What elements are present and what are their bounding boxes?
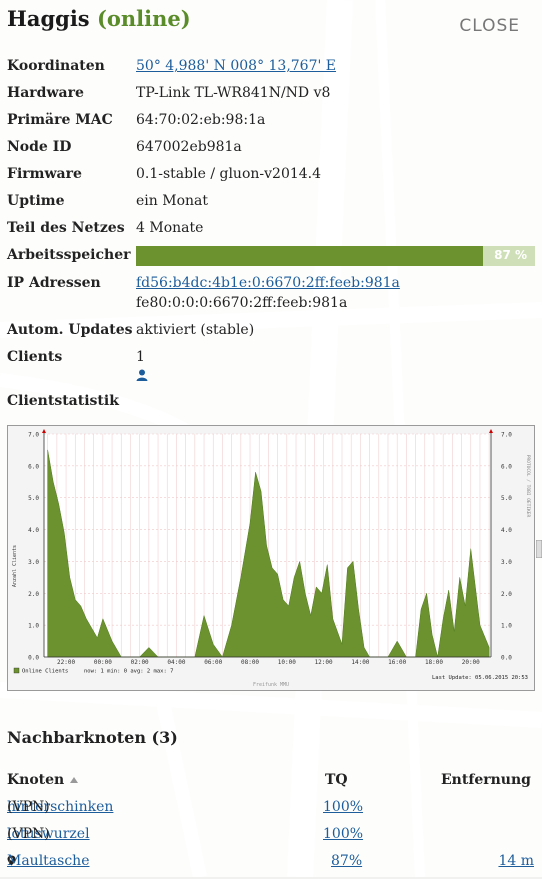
node-info-panel: Haggis (online) CLOSE Koordinaten 50° 4,… [0, 0, 542, 877]
node-name: Haggis [7, 6, 90, 31]
memory-bar: 87 % [136, 246, 535, 266]
hardware-label: Hardware [7, 85, 84, 101]
y-tick-label-right: 1.0 [501, 623, 512, 630]
hardware-value: TP-Link TL-WR841N/ND v8 [136, 85, 331, 101]
autoupdate-label: Autom. Updates [7, 322, 133, 338]
y-axis-right-arrow [489, 429, 493, 433]
y-tick-label: 2.0 [28, 591, 39, 598]
y-tick-label-right: 7.0 [501, 432, 512, 439]
neighbour-link[interactable]: Maultasche [7, 853, 89, 869]
legend-series-name: Online Clients [22, 669, 68, 675]
neighbours-title: Nachbarknoten (3) [7, 728, 178, 747]
y-tick-label: 5.0 [28, 495, 39, 502]
x-tick-label: 14:00 [351, 659, 369, 666]
mac-label: Primäre MAC [7, 112, 113, 128]
chart-footer: Freifunk MMU [253, 682, 289, 688]
y-tick-label: 4.0 [28, 527, 39, 534]
y-tick-label: 1.0 [28, 623, 39, 630]
col-node-header[interactable]: Knoten [7, 772, 79, 788]
y-axis-arrow [42, 429, 46, 433]
ip-address-linklocal: fe80:0:0:0:6670:2ff:feeb:981a [136, 295, 348, 311]
memory-percent: 87 % [494, 248, 527, 262]
x-tick-label: 10:00 [278, 659, 296, 666]
col-tq-header[interactable]: TQ [325, 772, 348, 788]
x-tick-label: 06:00 [204, 659, 222, 666]
node-title: Haggis (online) [7, 6, 191, 31]
x-tick-label: 22:00 [57, 659, 75, 666]
y-tick-label-right: 6.0 [501, 463, 512, 470]
network-value: 4 Monate [136, 220, 204, 236]
y-tick-label-right: 4.0 [501, 527, 512, 534]
chart-canvas: 0.0 0.0 1.0 1.0 2.0 2.0 3.0 3.0 4.0 4.0 5.0 5.0 6.0 6… [12, 429, 531, 688]
chart-scroll-handle[interactable] [536, 540, 542, 558]
firmware-value: 0.1-stable / gluon-v2014.4 [136, 166, 322, 182]
y-axis-title: Anzahl Clients [12, 545, 18, 587]
ip-address-link[interactable]: fd56:b4dc:4b1e:0:6670:2ff:feeb:981a [136, 275, 400, 291]
neighbour-distance[interactable]: 14 m [498, 853, 534, 869]
coords-label: Koordinaten [7, 58, 105, 74]
x-tick-label: 08:00 [241, 659, 259, 666]
y-tick-label: 0.0 [28, 655, 39, 662]
clients-value: 1 [136, 349, 145, 365]
y2-axis-title: PROTOCOL / TOBI OETIKER [525, 455, 531, 518]
mac-value: 64:70:02:eb:98:1a [136, 112, 266, 128]
network-label: Teil des Netzes [7, 220, 125, 236]
y-tick-label-right: 0.0 [501, 655, 512, 662]
firmware-label: Firmware [7, 166, 82, 182]
node-status: (online) [96, 6, 191, 31]
legend-swatch [13, 667, 20, 674]
ip-label: IP Adressen [7, 275, 101, 291]
legend-stats: now: 1 min: 0 avg: 2 max: 7 [84, 669, 173, 675]
y-tick-label: 3.0 [28, 559, 39, 566]
autoupdate-value: aktiviert (stable) [136, 322, 255, 338]
col-node-label: Knoten [7, 772, 65, 788]
neighbour-tq[interactable]: 100% [323, 826, 363, 842]
y-tick-label-right: 5.0 [501, 495, 512, 502]
neighbour-type: (VPN) [7, 826, 50, 842]
last-update-text: Last Update: 05.06.2015 20:53 [432, 675, 528, 681]
user-icon [136, 369, 148, 381]
y-tick-label-right: 3.0 [501, 559, 512, 566]
memory-label: Arbeitsspeicher [7, 247, 131, 263]
nodeid-label: Node ID [7, 139, 72, 155]
x-tick-label: 12:00 [315, 659, 333, 666]
y-tick-label-right: 2.0 [501, 591, 512, 598]
table-row: lotuswurzel (VPN) 100% [7, 826, 537, 852]
table-row: Maultasche 87% 14 m [7, 853, 537, 879]
neighbour-tq[interactable]: 87% [331, 853, 362, 869]
memory-bar-fill [136, 246, 484, 266]
sort-up-icon [70, 777, 79, 783]
x-tick-label: 20:00 [462, 659, 480, 666]
clientstats-label: Clientstatistik [7, 393, 119, 409]
neighbour-tq[interactable]: 100% [323, 799, 363, 815]
nodeid-value: 647002eb981a [136, 139, 242, 155]
clients-label: Clients [7, 349, 63, 365]
coords-link[interactable]: 50° 4,988' N 008° 13,767' E [136, 58, 336, 74]
uptime-label: Uptime [7, 193, 65, 209]
client-statistics-chart: 0.0 0.0 1.0 1.0 2.0 2.0 3.0 3.0 4.0 4.0 5.0 5.0 6.0 6… [7, 425, 535, 691]
table-row: hinterschinken (VPN) 100% [7, 799, 537, 825]
x-tick-label: 16:00 [388, 659, 406, 666]
x-tick-label: 04:00 [167, 659, 185, 666]
y-tick-label: 7.0 [28, 432, 39, 439]
neighbour-type: (VPN) [7, 799, 50, 815]
uptime-value: ein Monat [136, 193, 208, 209]
x-tick-label: 02:00 [131, 659, 149, 666]
x-tick-label: 18:00 [425, 659, 443, 666]
y-tick-label: 6.0 [28, 463, 39, 470]
col-distance-header[interactable]: Entfernung [441, 772, 531, 788]
x-tick-label: 00:00 [94, 659, 112, 666]
close-button[interactable]: CLOSE [459, 16, 520, 36]
